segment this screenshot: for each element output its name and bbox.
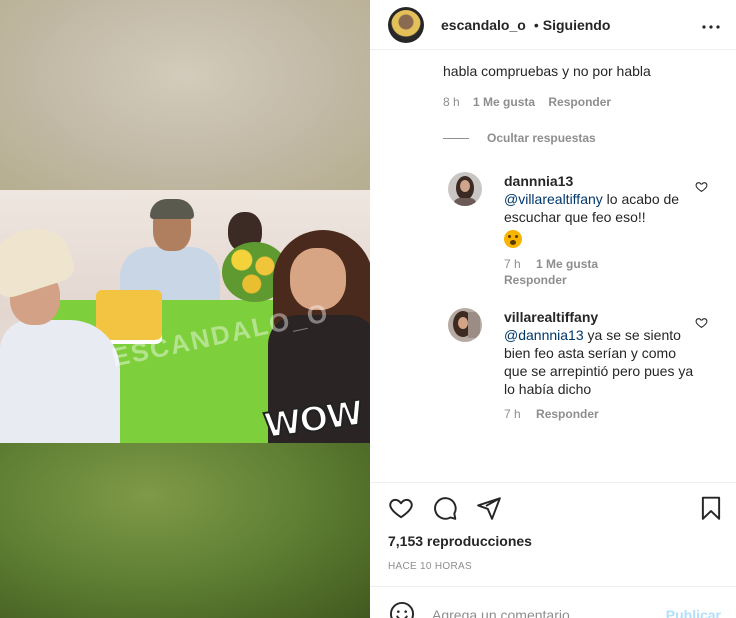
add-comment-bar: Publicar: [370, 586, 736, 618]
avatar[interactable]: [448, 308, 482, 342]
comment-icon[interactable]: [432, 495, 458, 521]
reply-username[interactable]: villarealtiffany: [504, 309, 598, 325]
reply-button[interactable]: Responder: [504, 273, 567, 287]
media-blur-bottom: [0, 443, 370, 618]
hide-replies-button[interactable]: Ocultar respuestas: [443, 131, 596, 145]
header-username[interactable]: escandalo_o: [441, 17, 526, 33]
avatar[interactable]: [388, 6, 424, 43]
comment-text: habla compruebas y no por habla: [443, 63, 651, 79]
reply-button[interactable]: Responder: [536, 407, 599, 421]
astonished-face-icon: [504, 230, 522, 248]
publish-button[interactable]: Publicar: [666, 607, 721, 618]
reply-time: 7 h: [504, 407, 521, 421]
post-header: escandalo_o • Siguiendo: [370, 0, 736, 50]
like-comment-heart-icon[interactable]: [695, 316, 708, 329]
reply-button[interactable]: Responder: [548, 95, 611, 109]
reply-content: dannnia13 @villarealtiffany lo acabo de …: [504, 172, 694, 248]
post-side-panel: escandalo_o • Siguiendo habla compruebas…: [370, 0, 736, 618]
action-bar: 7,153 reproducciones HACE 10 HORAS: [370, 482, 736, 586]
person-woman-hat: [0, 219, 130, 443]
divider: [443, 137, 469, 139]
following-button[interactable]: Siguiendo: [543, 17, 611, 33]
comment-meta: 8 h 1 Me gusta Responder: [443, 94, 621, 110]
avatar[interactable]: [448, 172, 482, 206]
reply-content: villarealtiffany @dannnia13 ya se se sie…: [504, 308, 694, 398]
reply-likes[interactable]: 1 Me gusta: [536, 257, 598, 271]
person-man: [120, 195, 220, 307]
share-icon[interactable]: [476, 495, 502, 521]
comment-input[interactable]: [432, 605, 632, 618]
reply-time: 7 h: [504, 257, 521, 271]
comments-list[interactable]: habla compruebas y no por habla 8 h 1 Me…: [370, 51, 736, 482]
emoji-picker-icon[interactable]: [389, 601, 415, 618]
post-media[interactable]: ESCANDALO_O WOW: [0, 0, 370, 618]
comment-likes[interactable]: 1 Me gusta: [473, 95, 535, 109]
bookmark-icon[interactable]: [698, 495, 724, 521]
like-comment-heart-icon[interactable]: [695, 180, 708, 193]
reply-meta: 7 h Responder: [504, 406, 694, 422]
comment-time: 8 h: [443, 95, 460, 109]
mention-link[interactable]: @dannnia13: [504, 327, 584, 343]
mention-link[interactable]: @villarealtiffany: [504, 191, 603, 207]
header-separator: •: [533, 16, 539, 33]
video-frame[interactable]: ESCANDALO_O WOW: [0, 190, 370, 443]
hide-replies-label: Ocultar respuestas: [487, 131, 596, 145]
more-options-icon[interactable]: [702, 16, 720, 30]
post-timestamp[interactable]: HACE 10 HORAS: [388, 561, 472, 572]
views-count[interactable]: 7,153 reproducciones: [388, 533, 532, 549]
reply-username[interactable]: dannnia13: [504, 173, 573, 189]
reply-meta: 7 h 1 Me gusta Responder: [504, 256, 694, 288]
media-blur-top: [0, 0, 370, 190]
heart-icon[interactable]: [388, 495, 414, 521]
